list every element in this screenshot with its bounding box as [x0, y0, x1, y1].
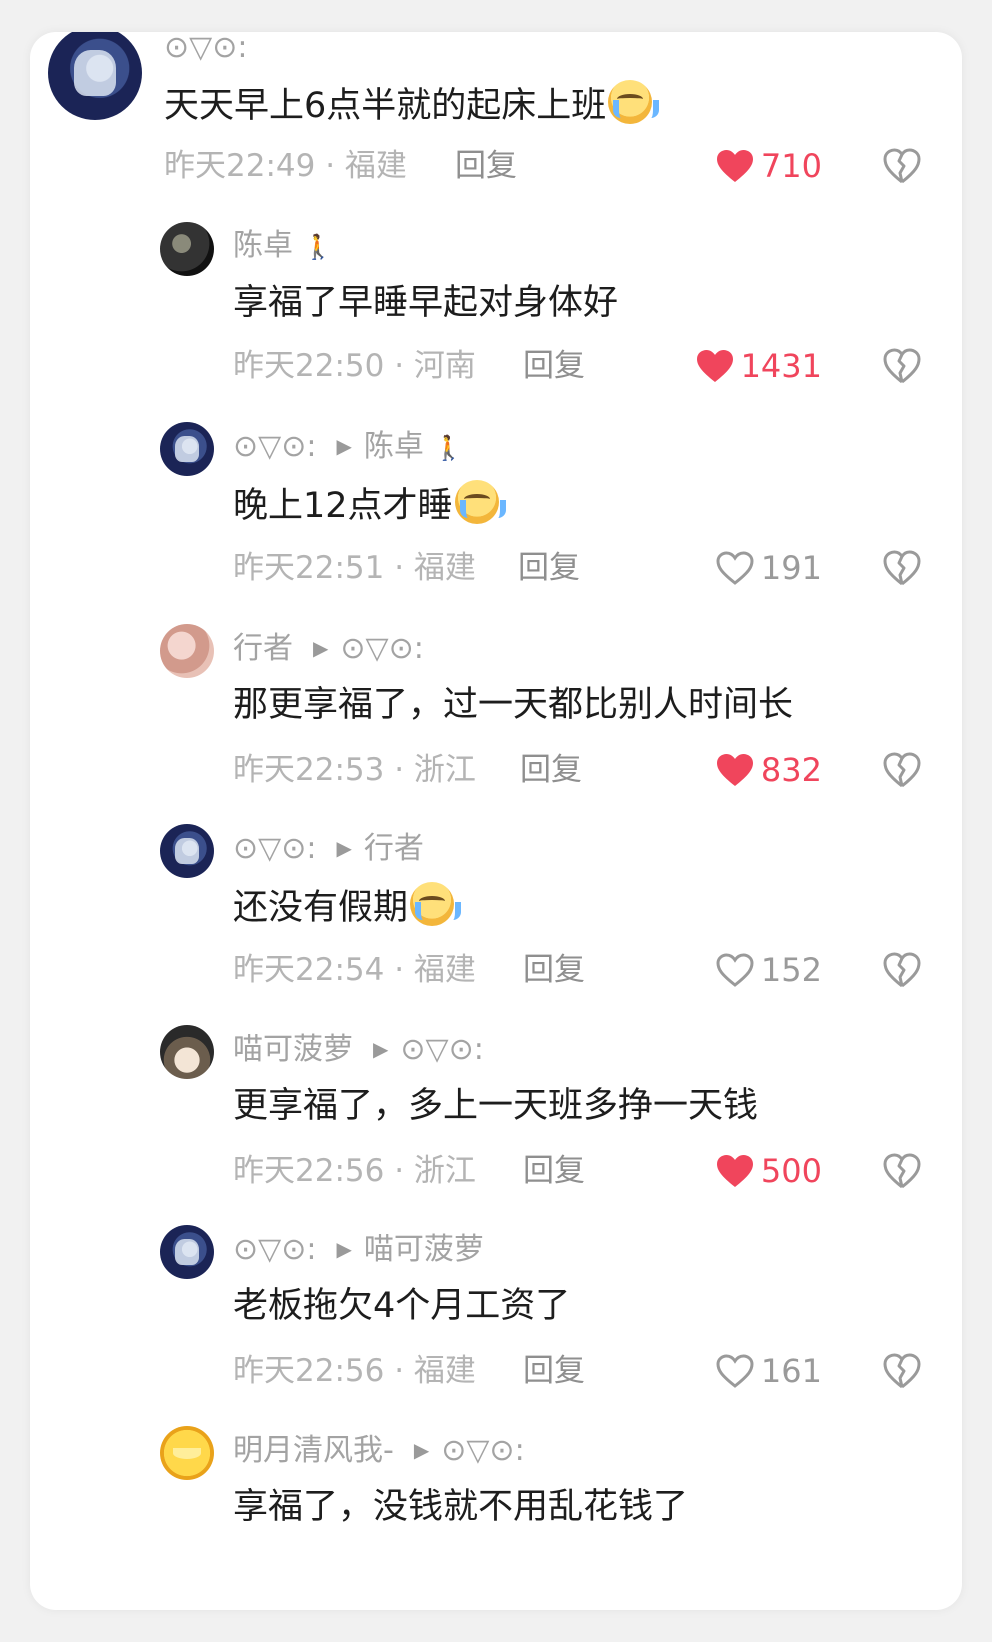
like-count: 832 — [760, 751, 822, 789]
avatar[interactable] — [160, 422, 214, 476]
comment-text: 还没有假期 — [233, 882, 462, 931]
comment-text: 那更享福了，过一天都比别人时间长 — [233, 685, 794, 725]
comment-text: 享福了早睡早起对身体好 — [233, 283, 619, 323]
reply-button[interactable]: 回复 — [523, 346, 585, 386]
reply-button[interactable]: 回复 — [518, 548, 580, 588]
triangle-right-icon: ▶ — [336, 836, 352, 860]
comment-item: ⊙▽⊙: 天天早上6点半就的起床上班 昨天22:49 · 福建 回复 710 — [30, 32, 962, 207]
avatar[interactable] — [160, 624, 214, 678]
heart-icon — [716, 150, 753, 182]
reply-button[interactable]: 回复 — [523, 950, 585, 990]
broken-heart-icon[interactable] — [882, 1352, 922, 1390]
comment-text: 老板拖欠4个月工资了 — [233, 1286, 571, 1326]
comment-meta: 昨天22:49 · 福建 — [164, 148, 407, 184]
reply-to-username[interactable]: 行者 — [364, 831, 424, 866]
triangle-right-icon: ▶ — [313, 636, 329, 660]
reply-to-username[interactable]: ⊙▽⊙: — [400, 1032, 483, 1067]
reply-to-username[interactable]: ⊙▽⊙: — [340, 631, 423, 666]
walking-person-icon: 🚶 — [433, 434, 464, 462]
comment-item: ⊙▽⊙: ▶ 行者 还没有假期 昨天22:54 · 福建 回复 152 — [30, 824, 962, 1014]
reply-button[interactable]: 回复 — [455, 146, 517, 186]
like-button[interactable]: 152 — [715, 950, 822, 990]
broken-heart-icon[interactable] — [882, 347, 922, 385]
comment-meta: 昨天22:51 · 福建 — [233, 550, 476, 586]
heart-outline-icon — [716, 1354, 754, 1388]
heart-icon — [696, 350, 733, 382]
avatar[interactable] — [160, 1225, 214, 1279]
like-button[interactable]: 832 — [715, 750, 822, 790]
comment-text: 更享福了，多上一天班多挣一天钱 — [233, 1086, 759, 1126]
triangle-right-icon: ▶ — [336, 434, 352, 458]
broken-heart-icon[interactable] — [882, 1152, 922, 1190]
like-button[interactable]: 191 — [715, 548, 822, 588]
comment-text: 享福了，没钱就不用乱花钱了 — [233, 1487, 689, 1527]
comment-text: 晚上12点才睡 — [233, 480, 506, 529]
heart-icon — [716, 754, 753, 786]
avatar[interactable] — [160, 1025, 214, 1079]
like-count: 152 — [760, 951, 822, 989]
triangle-right-icon: ▶ — [373, 1037, 389, 1061]
reply-to-username[interactable]: ⊙▽⊙: — [441, 1433, 524, 1468]
triangle-right-icon: ▶ — [413, 1438, 430, 1462]
reply-button[interactable]: 回复 — [523, 1151, 585, 1191]
heart-icon — [716, 1155, 753, 1187]
comment-username[interactable]: 明月清风我- ▶ ⊙▽⊙: — [233, 1430, 525, 1471]
comment-username[interactable]: ⊙▽⊙: — [164, 32, 247, 68]
comment-meta: 昨天22:56 · 福建 — [233, 1353, 476, 1389]
comment-meta: 昨天22:50 · 河南 — [233, 348, 476, 384]
like-count: 161 — [760, 1352, 822, 1390]
broken-heart-icon[interactable] — [882, 549, 922, 587]
loudly-crying-emoji-icon — [454, 480, 506, 524]
avatar[interactable] — [160, 1426, 214, 1480]
broken-heart-icon[interactable] — [882, 951, 922, 989]
comment-username[interactable]: 行者 ▶ ⊙▽⊙: — [233, 628, 424, 669]
comment-meta: 昨天22:56 · 浙江 — [233, 1153, 476, 1189]
comment-username[interactable]: 陈卓 🚶 — [233, 226, 333, 267]
comment-item: 明月清风我- ▶ ⊙▽⊙: 享福了，没钱就不用乱花钱了 — [30, 1426, 962, 1610]
like-count: 1431 — [740, 347, 822, 385]
like-button[interactable]: 161 — [715, 1351, 822, 1391]
broken-heart-icon[interactable] — [882, 751, 922, 789]
comment-item: 陈卓 🚶 享福了早睡早起对身体好 昨天22:50 · 河南 回复 1431 — [30, 222, 962, 412]
comment-username[interactable]: ⊙▽⊙: ▶ 喵可菠萝 — [233, 1229, 484, 1270]
heart-outline-icon — [716, 953, 754, 987]
comment-item: ⊙▽⊙: ▶ 喵可菠萝 老板拖欠4个月工资了 昨天22:56 · 福建 回复 161 — [30, 1225, 962, 1415]
comment-text: 天天早上6点半就的起床上班 — [164, 80, 660, 129]
reply-to-username[interactable]: 喵可菠萝 — [364, 1232, 484, 1267]
heart-outline-icon — [716, 551, 754, 585]
like-button[interactable]: 710 — [715, 146, 822, 186]
reply-button[interactable]: 回复 — [523, 1351, 585, 1391]
comment-meta: 昨天22:54 · 福建 — [233, 952, 476, 988]
walking-person-icon: 🚶 — [303, 233, 333, 261]
comment-list: ⊙▽⊙: 天天早上6点半就的起床上班 昨天22:49 · 福建 回复 710 陈… — [30, 32, 962, 1610]
comment-meta: 昨天22:53 · 浙江 — [233, 752, 476, 788]
comment-item: ⊙▽⊙: ▶ 陈卓 🚶 晚上12点才睡 昨天22:51 · 福建 回复 191 — [30, 422, 962, 612]
like-count: 710 — [760, 147, 822, 185]
avatar[interactable] — [160, 222, 214, 276]
comment-username[interactable]: ⊙▽⊙: ▶ 行者 — [233, 828, 424, 869]
comment-username[interactable]: 喵可菠萝 ▶ ⊙▽⊙: — [233, 1029, 484, 1070]
reply-to-username[interactable]: 陈卓 — [364, 429, 424, 464]
loudly-crying-emoji-icon — [410, 882, 462, 926]
avatar[interactable] — [48, 32, 142, 120]
triangle-right-icon: ▶ — [336, 1237, 352, 1261]
comment-item: 行者 ▶ ⊙▽⊙: 那更享福了，过一天都比别人时间长 昨天22:53 · 浙江 回复… — [30, 624, 962, 814]
comment-item: 喵可菠萝 ▶ ⊙▽⊙: 更享福了，多上一天班多挣一天钱 昨天22:56 · 浙江 回… — [30, 1025, 962, 1215]
like-button[interactable]: 1431 — [695, 346, 822, 386]
like-count: 191 — [760, 549, 822, 587]
comment-username[interactable]: ⊙▽⊙: ▶ 陈卓 🚶 — [233, 426, 464, 468]
like-count: 500 — [760, 1152, 822, 1190]
avatar[interactable] — [160, 824, 214, 878]
like-button[interactable]: 500 — [715, 1151, 822, 1191]
loudly-crying-emoji-icon — [608, 80, 660, 124]
reply-button[interactable]: 回复 — [520, 750, 582, 790]
broken-heart-icon[interactable] — [882, 147, 922, 185]
